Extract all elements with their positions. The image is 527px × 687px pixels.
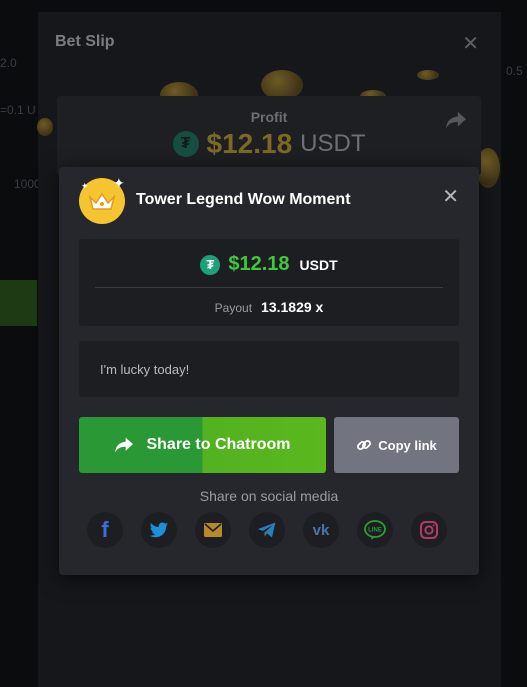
line-icon: LINE xyxy=(364,520,386,540)
profit-amount: $12.18 xyxy=(206,128,293,159)
coin-decoration xyxy=(417,70,439,80)
coin-decoration xyxy=(37,118,53,136)
vk-icon: vk xyxy=(312,521,330,539)
payout-label: Payout xyxy=(214,301,253,315)
background-value: 1000 xyxy=(14,177,41,191)
social-share-label: Share on social media xyxy=(199,488,339,504)
email-icon xyxy=(204,523,222,537)
divider xyxy=(95,287,443,288)
win-amount: $12.18 xyxy=(228,253,290,275)
copy-link-label: Copy link xyxy=(378,437,437,453)
bet-slip-close-icon[interactable]: ✕ xyxy=(462,31,479,56)
copy-link-button[interactable]: Copy link xyxy=(334,417,459,473)
tether-icon: ₮ xyxy=(172,131,199,157)
telegram-button[interactable] xyxy=(249,512,285,548)
profit-card: Profit ₮ $12.18 USDT xyxy=(57,96,481,176)
sparkle-icon: ✦ xyxy=(113,175,125,191)
profit-currency: USDT xyxy=(300,130,366,157)
win-currency: USDT xyxy=(299,256,338,273)
profit-label: Profit xyxy=(250,109,288,125)
instagram-icon xyxy=(420,521,438,539)
win-amount-box: ₮ $12.18 USDT Payout 13.1829 x xyxy=(79,239,459,326)
close-icon[interactable]: ✕ xyxy=(442,187,459,207)
message-input[interactable]: I'm lucky today! xyxy=(79,341,459,397)
svg-text:LINE: LINE xyxy=(368,528,382,534)
background-min-bet: =0.1 U xyxy=(0,103,36,117)
email-button[interactable] xyxy=(195,512,231,548)
line-button[interactable]: LINE xyxy=(357,512,393,548)
message-text: I'm lucky today! xyxy=(100,362,190,377)
background-odds-right: 0.5 xyxy=(506,64,523,78)
twitter-icon xyxy=(149,522,169,537)
vk-button[interactable]: vk xyxy=(303,512,339,548)
facebook-icon: f xyxy=(101,517,109,542)
sparkle-icon: ✦ xyxy=(81,181,89,191)
social-share-row: f vk LINE xyxy=(87,512,447,548)
share-to-chatroom-button[interactable]: Share to Chatroom xyxy=(79,417,326,473)
share-arrow-icon[interactable] xyxy=(445,110,467,135)
payout-value: 13.1829 x xyxy=(261,299,324,315)
modal-title: Tower Legend Wow Moment xyxy=(136,191,351,208)
share-arrow-icon xyxy=(115,437,134,453)
telegram-icon xyxy=(257,522,276,538)
facebook-button[interactable]: f xyxy=(87,512,123,548)
twitter-button[interactable] xyxy=(141,512,177,548)
background-bet-button xyxy=(0,280,37,326)
bet-slip-title: Bet Slip xyxy=(55,33,115,50)
share-modal: ✦ ✦ Tower Legend Wow Moment ✕ ₮ $12.18 U… xyxy=(59,167,479,575)
background-odds: 2.0 xyxy=(0,56,17,70)
crown-icon: ✦ ✦ xyxy=(79,175,125,224)
share-to-chatroom-label: Share to Chatroom xyxy=(146,436,291,453)
instagram-button[interactable] xyxy=(411,512,447,548)
tether-icon: ₮ xyxy=(200,254,221,275)
link-icon xyxy=(357,440,372,450)
